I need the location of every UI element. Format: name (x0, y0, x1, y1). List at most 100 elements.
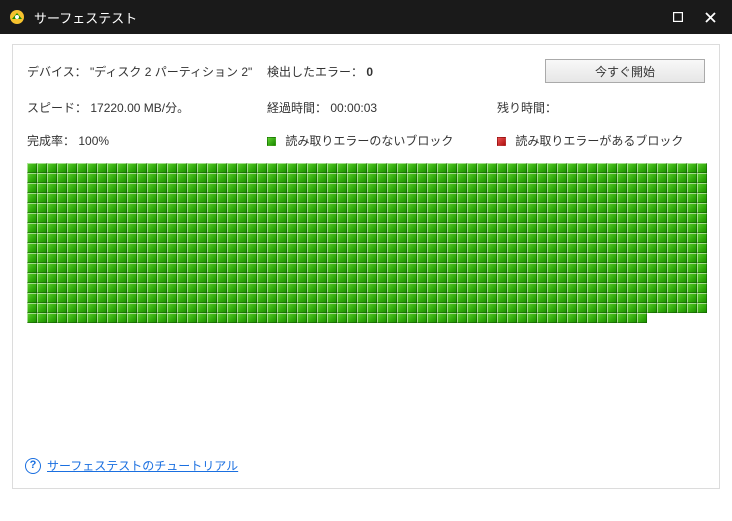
block (457, 213, 467, 223)
block (547, 233, 557, 243)
block (597, 253, 607, 263)
block (157, 193, 167, 203)
block (387, 283, 397, 293)
block (577, 213, 587, 223)
block (37, 223, 47, 233)
block (117, 283, 127, 293)
block (77, 213, 87, 223)
block (177, 293, 187, 303)
block (57, 183, 67, 193)
block (607, 283, 617, 293)
block (37, 243, 47, 253)
block (377, 173, 387, 183)
block (267, 223, 277, 233)
block (437, 283, 447, 293)
block (487, 313, 497, 323)
block (357, 193, 367, 203)
block (277, 273, 287, 283)
block (387, 183, 397, 193)
block (667, 263, 677, 273)
block (437, 203, 447, 213)
block (327, 203, 337, 213)
block (427, 303, 437, 313)
block (27, 233, 37, 243)
block (147, 303, 157, 313)
block (57, 203, 67, 213)
block (237, 203, 247, 213)
block (337, 193, 347, 203)
block (197, 293, 207, 303)
block (357, 253, 367, 263)
block (97, 283, 107, 293)
block (247, 303, 257, 313)
block (447, 283, 457, 293)
block (347, 173, 357, 183)
block (297, 243, 307, 253)
block (337, 173, 347, 183)
block (397, 253, 407, 263)
block (517, 193, 527, 203)
block (437, 163, 447, 173)
block (277, 213, 287, 223)
block (307, 243, 317, 253)
block (157, 223, 167, 233)
block (627, 263, 637, 273)
device-row: デバイス： "ディスク 2 パーティション 2" (27, 63, 267, 80)
block (507, 283, 517, 293)
block (127, 203, 137, 213)
block (177, 263, 187, 273)
block (87, 213, 97, 223)
block (527, 303, 537, 313)
block (157, 283, 167, 293)
block (337, 253, 347, 263)
start-button[interactable]: 今すぐ開始 (545, 59, 705, 83)
block (257, 253, 267, 263)
block (227, 273, 237, 283)
block (697, 163, 707, 173)
block (27, 263, 37, 273)
block (617, 273, 627, 283)
block (97, 163, 107, 173)
block (97, 253, 107, 263)
block (227, 313, 237, 323)
block (247, 193, 257, 203)
close-button[interactable] (694, 0, 726, 34)
block (297, 293, 307, 303)
block (407, 213, 417, 223)
block (687, 243, 697, 253)
block (637, 203, 647, 213)
block (557, 223, 567, 233)
block (507, 263, 517, 273)
tutorial-link[interactable]: サーフェステストのチュートリアル (47, 457, 238, 474)
maximize-button[interactable] (662, 0, 694, 34)
block (607, 303, 617, 313)
block (307, 213, 317, 223)
block (557, 213, 567, 223)
block (157, 243, 167, 253)
block (687, 193, 697, 203)
block (647, 253, 657, 263)
block (237, 263, 247, 273)
block (387, 223, 397, 233)
block (627, 273, 637, 283)
block (347, 233, 357, 243)
block (587, 183, 597, 193)
block (217, 193, 227, 203)
block (207, 253, 217, 263)
block (327, 233, 337, 243)
block (47, 173, 57, 183)
block (267, 173, 277, 183)
block (687, 173, 697, 183)
block (197, 313, 207, 323)
block (167, 193, 177, 203)
block (497, 243, 507, 253)
block (407, 163, 417, 173)
block (127, 283, 137, 293)
block (37, 293, 47, 303)
block (367, 193, 377, 203)
block (307, 223, 317, 233)
block (417, 183, 427, 193)
block (687, 273, 697, 283)
block (67, 263, 77, 273)
block (517, 313, 527, 323)
